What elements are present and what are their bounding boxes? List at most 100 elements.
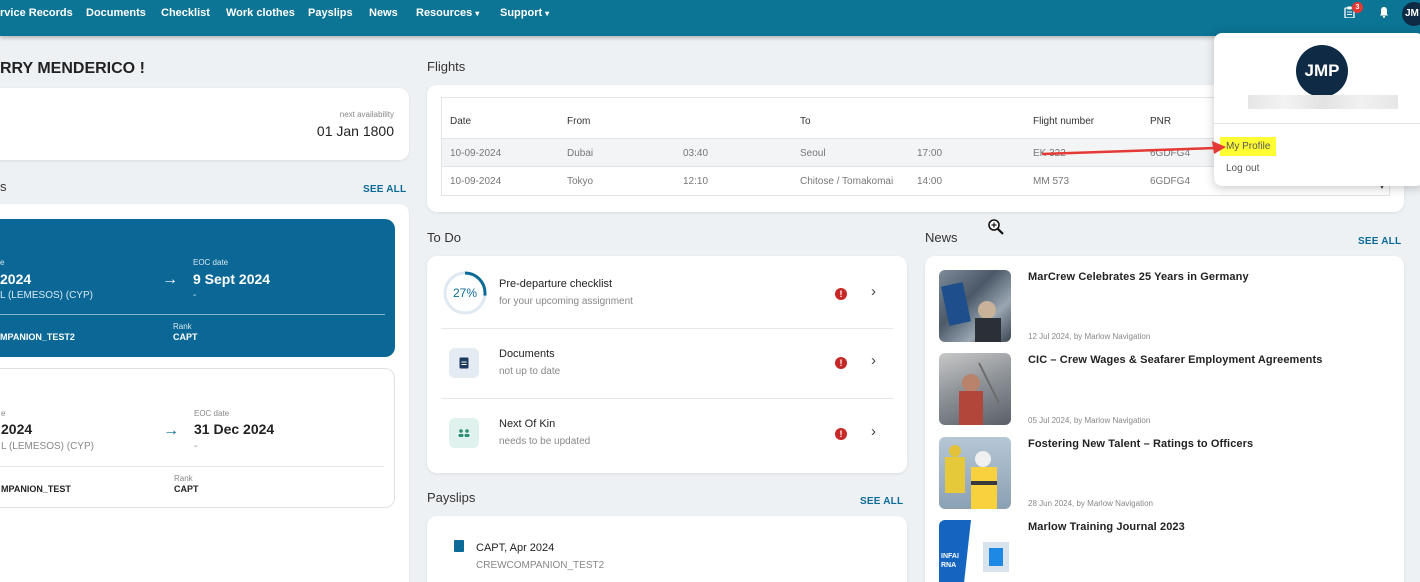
- todo-item-subtitle: not up to date: [499, 366, 561, 377]
- flight-pnr: 6GDFG4: [1150, 176, 1191, 187]
- column-header-flight-number: Flight number: [1033, 116, 1095, 127]
- news-card: MarCrew Celebrates 25 Years in Germany 1…: [925, 256, 1404, 582]
- annotation-arrow-icon: [1041, 141, 1226, 156]
- start-date: 2024: [0, 271, 32, 287]
- chevron-right-icon: ›: [871, 423, 876, 440]
- nav-news[interactable]: News: [369, 0, 398, 26]
- eoc-sub: -: [194, 441, 198, 452]
- nav-documents[interactable]: Documents: [86, 0, 146, 26]
- todo-item-next-of-kin[interactable]: Next Of Kin needs to be updated ! ›: [427, 398, 907, 468]
- nav-label: Payslips: [308, 7, 353, 19]
- start-date-label: e: [1, 409, 6, 418]
- divider: [0, 466, 384, 467]
- nav-label: rvice Records: [0, 7, 73, 19]
- news-headline: CIC – Crew Wages & Seafarer Employment A…: [1028, 354, 1323, 366]
- alert-icon: !: [835, 357, 847, 369]
- redacted-user-name: [1248, 95, 1398, 109]
- avatar: JMP: [1296, 45, 1348, 97]
- top-navbar: rvice Records Documents Checklist Work c…: [0, 0, 1420, 36]
- column-header-pnr: PNR: [1150, 116, 1172, 127]
- start-date-label: e: [0, 258, 5, 267]
- contract-card-active[interactable]: e 2024 L (LEMESOS) (CYP) → EOC date 9 Se…: [0, 219, 395, 357]
- todo-item-subtitle: needs to be updated: [499, 436, 591, 447]
- chevron-right-icon: ›: [871, 283, 876, 300]
- nav-support[interactable]: Support ▾: [500, 0, 549, 26]
- contracts-see-all-link[interactable]: SEE ALL: [363, 184, 406, 195]
- notification-badge: 3: [1352, 2, 1363, 13]
- todo-item-title: Pre-departure checklist: [499, 278, 613, 290]
- contract-card-past[interactable]: e 2024 L (LEMESOS) (CYP) → EOC date 31 D…: [0, 368, 395, 508]
- flight-departure-time: 03:40: [683, 148, 709, 159]
- news-thumbnail: [939, 437, 1011, 509]
- payslips-see-all-link[interactable]: SEE ALL: [860, 496, 903, 507]
- todo-card: 27% Pre-departure checklist for your upc…: [427, 256, 907, 473]
- eoc-sub: -: [193, 290, 197, 301]
- alert-icon: !: [835, 288, 847, 300]
- document-icon: [449, 348, 479, 378]
- nav-work-clothes[interactable]: Work clothes: [226, 0, 295, 26]
- news-headline: Marlow Training Journal 2023: [1028, 521, 1185, 533]
- flight-to: Chitose / Tomakomai: [800, 176, 894, 187]
- todo-item-documents[interactable]: Documents not up to date ! ›: [427, 328, 907, 398]
- chevron-down-icon: ▾: [545, 9, 550, 18]
- flights-title: Flights: [427, 59, 466, 74]
- news-title: News: [925, 230, 958, 245]
- port-name: L (LEMESOS) (CYP): [1, 441, 94, 452]
- nav-label: Resources: [416, 7, 473, 19]
- payslips-title: Payslips: [427, 490, 476, 505]
- news-headline: MarCrew Celebrates 25 Years in Germany: [1028, 271, 1249, 283]
- progress-ring-icon: 27%: [443, 271, 487, 315]
- flight-from: Dubai: [567, 148, 594, 159]
- contracts-title: s: [0, 179, 7, 194]
- nav-label: News: [369, 7, 398, 19]
- flight-number: MM 573: [1033, 176, 1070, 187]
- start-date: 2024: [1, 421, 33, 437]
- thumbnail-caption: INFAI RNA: [941, 553, 959, 569]
- availability-label: next availability: [339, 110, 394, 119]
- news-meta: 12 Jul 2024, by Marlow Navigation: [1028, 332, 1151, 341]
- vessel-name: MPANION_TEST2: [0, 332, 75, 342]
- news-thumbnail: [939, 270, 1011, 342]
- arrow-right-icon: →: [162, 271, 178, 288]
- nav-label: Documents: [86, 7, 146, 19]
- flight-arrival-time: 14:00: [917, 176, 943, 187]
- todo-item-subtitle: for your upcoming assignment: [499, 296, 633, 307]
- document-icon: [454, 540, 464, 552]
- divider: [1214, 123, 1420, 124]
- news-headline: Fostering New Talent – Ratings to Office…: [1028, 438, 1254, 450]
- bell-icon[interactable]: [1379, 6, 1389, 21]
- zoom-cursor-icon: [988, 219, 1004, 235]
- nav-label: Support: [500, 7, 543, 19]
- chevron-right-icon: ›: [871, 352, 876, 369]
- divider: [0, 314, 385, 315]
- todo-item-title: Next Of Kin: [499, 418, 556, 430]
- flight-date: 10-09-2024: [450, 176, 502, 187]
- nav-label: Work clothes: [226, 7, 295, 19]
- nav-service-records[interactable]: rvice Records: [0, 0, 73, 26]
- nav-payslips[interactable]: Payslips: [308, 0, 353, 26]
- nav-label: Checklist: [161, 7, 210, 19]
- nav-checklist[interactable]: Checklist: [161, 0, 210, 26]
- rank-label: Rank: [174, 474, 193, 483]
- rank-value: CAPT: [174, 484, 199, 494]
- rank-label: Rank: [173, 322, 192, 331]
- avatar[interactable]: JM: [1402, 2, 1420, 26]
- eoc-label: EOC date: [193, 258, 229, 267]
- flight-to: Seoul: [800, 148, 826, 159]
- todo-item-checklist[interactable]: 27% Pre-departure checklist for your upc…: [427, 256, 907, 326]
- progress-text: 27%: [453, 286, 477, 300]
- rank-value: CAPT: [173, 332, 198, 342]
- nav-resources[interactable]: Resources ▾: [416, 0, 479, 26]
- logout-menu-item[interactable]: Log out: [1226, 163, 1259, 174]
- chevron-down-icon: ▾: [475, 9, 480, 18]
- eoc-label: EOC date: [194, 409, 230, 418]
- vessel-name: MPANION_TEST: [1, 484, 71, 494]
- port-name: L (LEMESOS) (CYP): [0, 290, 93, 301]
- todo-item-title: Documents: [499, 348, 555, 360]
- flight-from: Tokyo: [567, 176, 594, 187]
- flight-departure-time: 12:10: [683, 176, 709, 187]
- column-header-to: To: [800, 116, 811, 127]
- profile-dropdown: JMP My Profile Log out: [1214, 33, 1420, 186]
- welcome-heading: RRY MENDERICO !: [0, 60, 145, 77]
- news-see-all-link[interactable]: SEE ALL: [1358, 236, 1401, 247]
